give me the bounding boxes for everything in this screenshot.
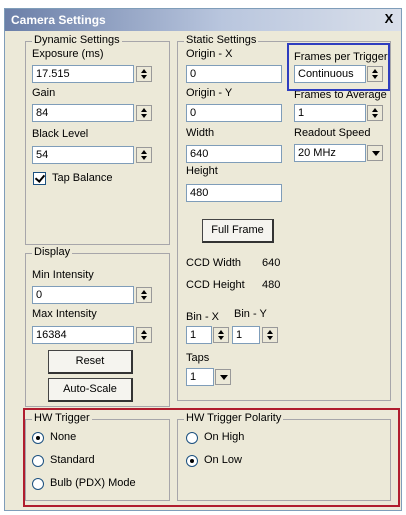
bin-y-label: Bin - Y	[234, 308, 267, 320]
origin-x-label: Origin - X	[186, 48, 233, 60]
gain-label: Gain	[32, 87, 56, 99]
reset-button[interactable]: Reset	[48, 350, 133, 374]
window-title: Camera Settings	[11, 13, 106, 27]
readout-speed-select[interactable]: 20 MHz	[294, 144, 366, 162]
tap-balance-checkbox[interactable]	[33, 172, 46, 185]
hw-trigger-highlight	[23, 408, 400, 507]
gain-spinner[interactable]	[136, 105, 152, 121]
bin-x-spinner[interactable]	[213, 327, 229, 343]
width-field[interactable]: 640	[186, 145, 282, 163]
origin-y-field[interactable]: 0	[186, 104, 282, 122]
ccd-width-label: CCD Width	[186, 257, 242, 269]
readout-speed-dropdown-icon[interactable]	[367, 145, 383, 161]
title-bar[interactable]: Camera Settings X	[5, 9, 401, 31]
exposure-label: Exposure (ms)	[32, 48, 104, 60]
camera-settings-window: Camera Settings X Dynamic Settings Expos…	[4, 8, 402, 511]
ccd-height-label: CCD Height	[186, 279, 245, 291]
max-intensity-field[interactable]: 16384	[32, 326, 134, 344]
bin-x-field[interactable]: 1	[186, 326, 212, 344]
min-intensity-field[interactable]: 0	[32, 286, 134, 304]
frames-to-average-field[interactable]: 1	[294, 104, 366, 122]
taps-dropdown-icon[interactable]	[215, 369, 231, 385]
readout-speed-label: Readout Speed	[294, 127, 371, 139]
height-field[interactable]: 480	[186, 184, 282, 202]
exposure-field[interactable]: 17.515	[32, 65, 134, 83]
dynamic-settings-label: Dynamic Settings	[32, 34, 122, 46]
taps-label: Taps	[186, 352, 210, 364]
bin-x-label: Bin - X	[186, 311, 220, 323]
exposure-spinner[interactable]	[136, 66, 152, 82]
frames-to-average-spinner[interactable]	[367, 105, 383, 121]
auto-scale-button[interactable]: Auto-Scale	[48, 378, 133, 402]
full-frame-button[interactable]: Full Frame	[202, 219, 274, 243]
origin-y-label: Origin - Y	[186, 87, 233, 99]
display-group: Display Min Intensity 0 Max Intensity 16…	[25, 246, 170, 407]
black-level-label: Black Level	[32, 128, 89, 140]
bin-y-spinner[interactable]	[262, 327, 278, 343]
max-intensity-label: Max Intensity	[32, 308, 97, 320]
close-button[interactable]: X	[381, 12, 397, 27]
origin-x-field[interactable]: 0	[186, 65, 282, 83]
frames-per-trigger-highlight	[287, 43, 390, 91]
bin-y-field[interactable]: 1	[232, 326, 260, 344]
ccd-height-value: 480	[262, 279, 281, 291]
min-intensity-label: Min Intensity	[32, 269, 94, 281]
width-label: Width	[186, 127, 215, 139]
black-level-spinner[interactable]	[136, 147, 152, 163]
static-settings-group: Static Settings Origin - X 0 Origin - Y …	[177, 34, 391, 401]
taps-select[interactable]: 1	[186, 368, 214, 386]
gain-field[interactable]: 84	[32, 104, 134, 122]
ccd-width-value: 640	[262, 257, 281, 269]
dynamic-settings-group: Dynamic Settings Exposure (ms) 17.515 Ga…	[25, 34, 170, 245]
black-level-field[interactable]: 54	[32, 146, 134, 164]
static-settings-label: Static Settings	[184, 34, 259, 46]
min-intensity-spinner[interactable]	[136, 287, 152, 303]
height-label: Height	[186, 165, 218, 177]
max-intensity-spinner[interactable]	[136, 327, 152, 343]
tap-balance-label: Tap Balance	[52, 172, 113, 184]
display-label: Display	[32, 246, 73, 258]
